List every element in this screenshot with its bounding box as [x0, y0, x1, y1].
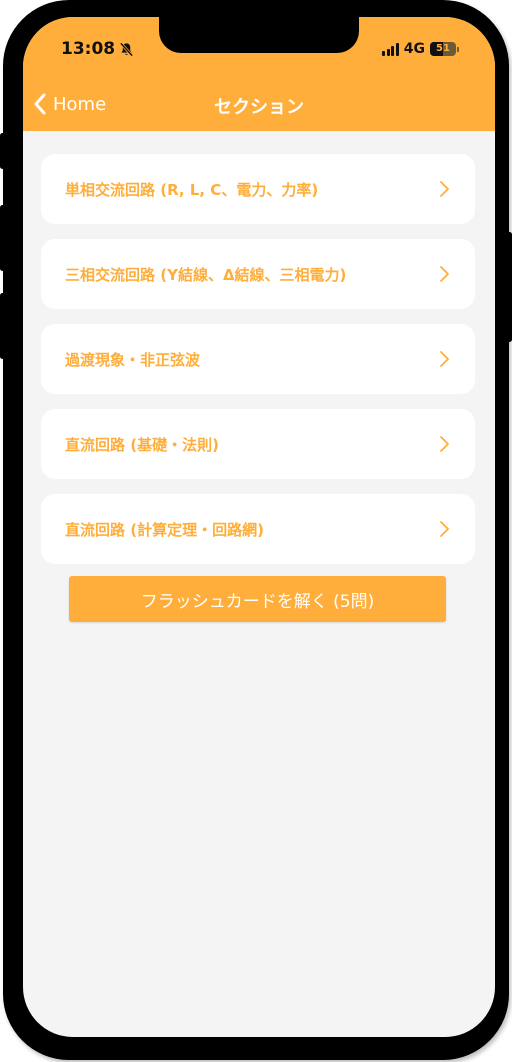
chevron-right-icon: [440, 181, 449, 197]
flashcard-button[interactable]: フラッシュカードを解く (5問): [69, 576, 446, 622]
chevron-right-icon: [440, 521, 449, 537]
section-item-label: 三相交流回路 (Y結線、Δ結線、三相電力): [65, 265, 347, 284]
signal-icon: [382, 42, 399, 56]
bell-slash-icon: [119, 41, 134, 57]
app-screen: 13:08 4G 51 Home セクション 単相交流回路 (R, L, C、電…: [23, 17, 495, 1037]
section-item-transients[interactable]: 過渡現象・非正弦波: [41, 324, 475, 394]
chevron-right-icon: [440, 351, 449, 367]
section-item-single-phase-ac[interactable]: 単相交流回路 (R, L, C、電力、力率): [41, 154, 475, 224]
battery-icon: 51: [430, 42, 456, 56]
back-button[interactable]: Home: [33, 93, 106, 115]
camera-notch: [159, 17, 359, 53]
status-time: 13:08: [61, 39, 116, 59]
section-item-label: 単相交流回路 (R, L, C、電力、力率): [65, 180, 319, 199]
chevron-right-icon: [440, 266, 449, 282]
status-indicators: 4G 51: [382, 41, 459, 57]
phone-device: 13:08 4G 51 Home セクション 単相交流回路 (R, L, C、電…: [0, 0, 512, 1062]
section-item-label: 直流回路 (計算定理・回路網): [65, 520, 264, 539]
chevron-right-icon: [440, 436, 449, 452]
battery-percent: 51: [436, 43, 450, 54]
app-header: 13:08 4G 51 Home セクション: [23, 17, 495, 131]
battery-tip: [457, 46, 459, 52]
section-item-label: 過渡現象・非正弦波: [65, 350, 201, 369]
section-item-dc-basics[interactable]: 直流回路 (基礎・法則): [41, 409, 475, 479]
status-time-group: 13:08: [61, 39, 134, 59]
section-item-dc-theorems[interactable]: 直流回路 (計算定理・回路網): [41, 494, 475, 564]
phone-frame: 13:08 4G 51 Home セクション 単相交流回路 (R, L, C、電…: [3, 0, 509, 1060]
chevron-left-icon: [34, 93, 46, 115]
section-list: 単相交流回路 (R, L, C、電力、力率) 三相交流回路 (Y結線、Δ結線、三…: [41, 154, 475, 579]
network-label: 4G: [403, 41, 425, 57]
back-button-label: Home: [53, 93, 107, 115]
section-item-three-phase-ac[interactable]: 三相交流回路 (Y結線、Δ結線、三相電力): [41, 239, 475, 309]
section-item-label: 直流回路 (基礎・法則): [65, 435, 219, 454]
